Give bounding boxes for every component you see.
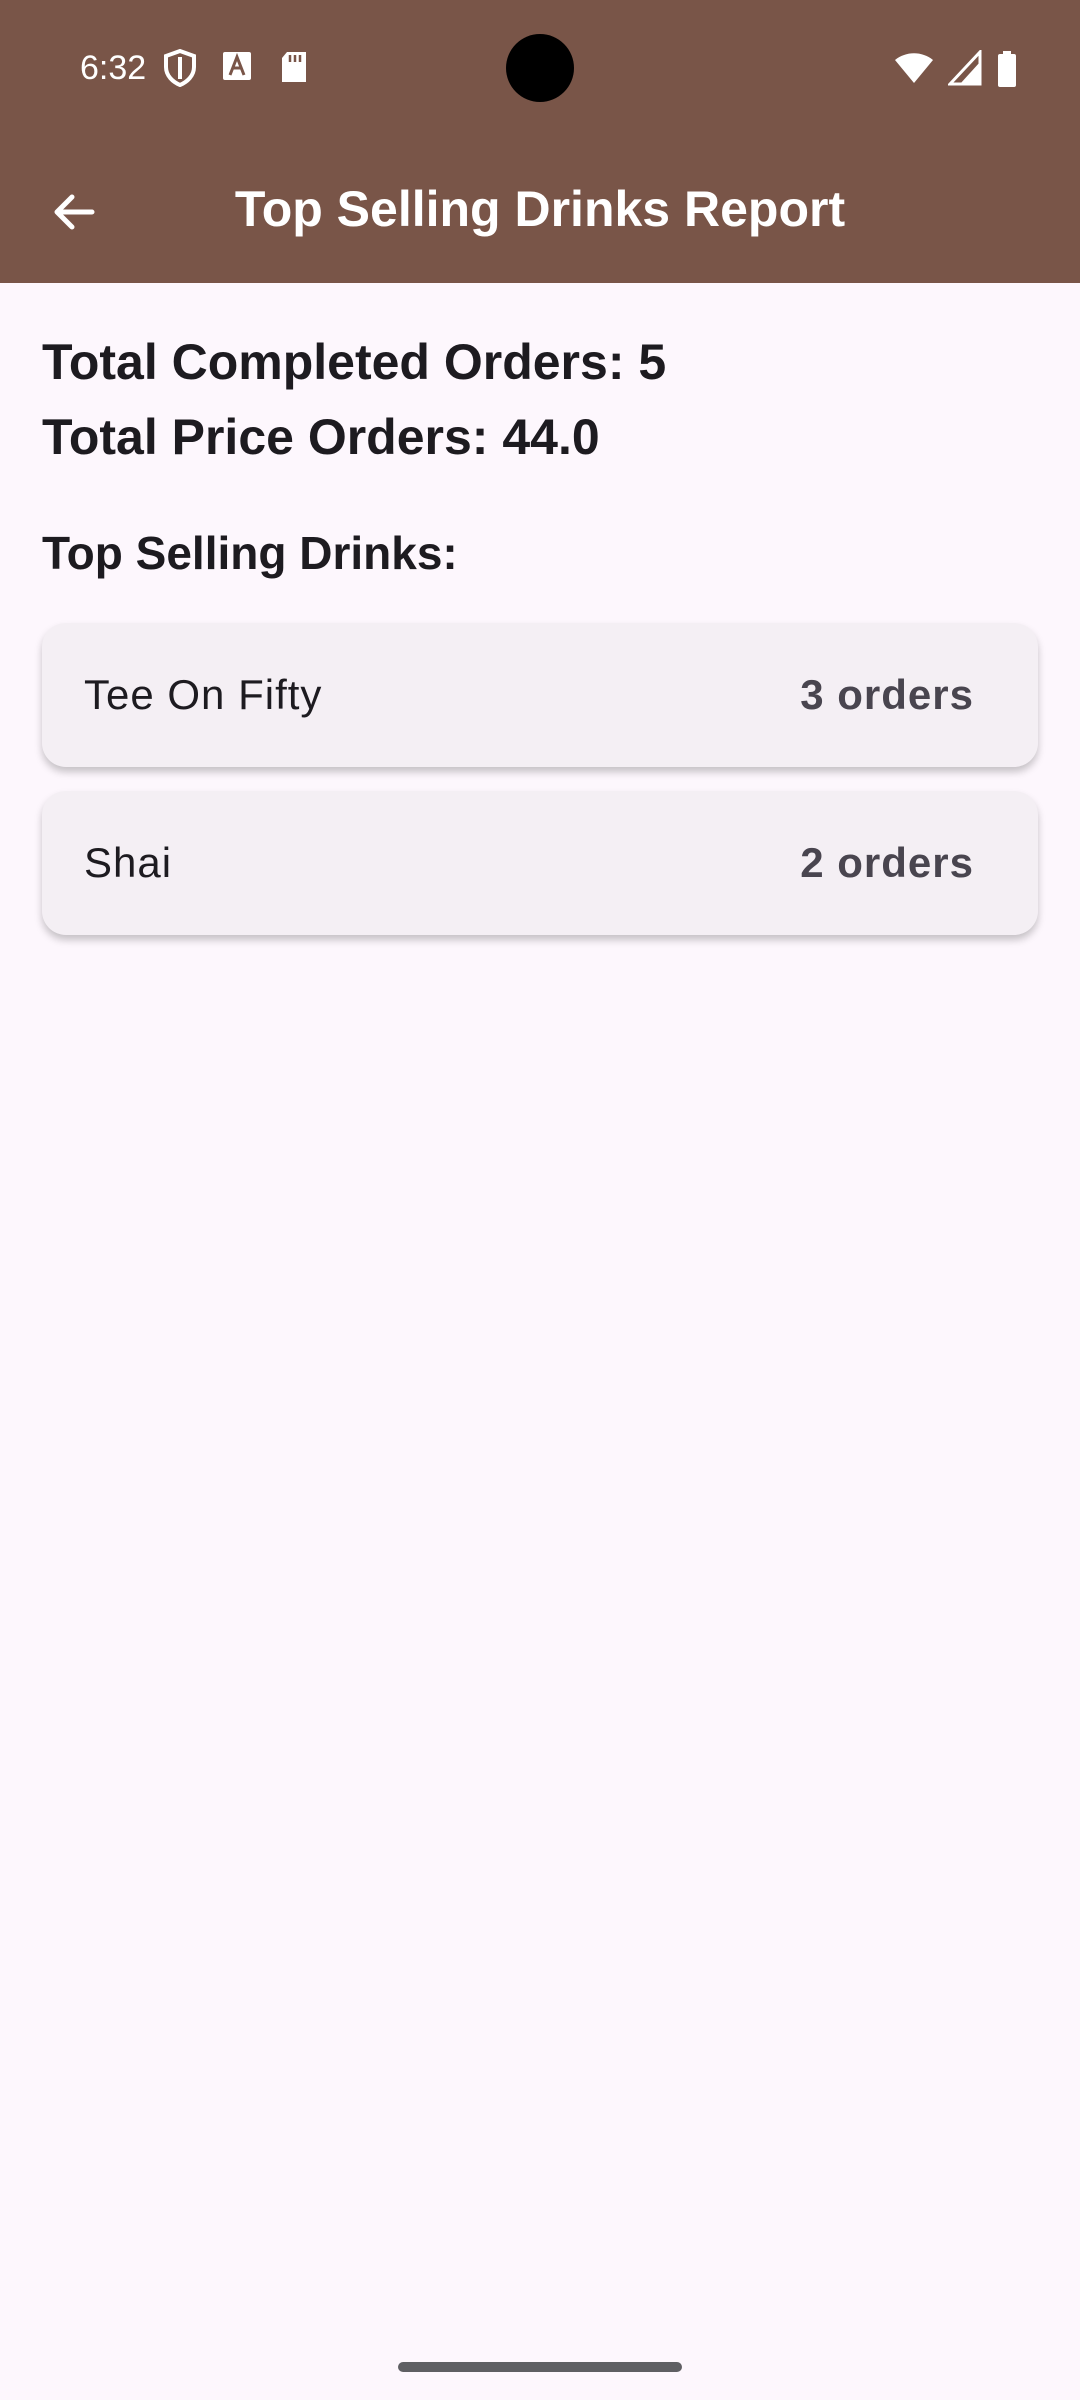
app-bar: 6:32 Top Selling Drinks Report (0, 0, 1080, 283)
report-content: Total Completed Orders: 5 Total Price Or… (42, 283, 1038, 959)
drink-list-item[interactable]: Shai 2 orders (42, 791, 1038, 935)
status-bar: 6:32 (0, 0, 1080, 136)
top-selling-heading: Top Selling Drinks: (42, 527, 458, 579)
sd-card-icon (278, 49, 316, 87)
camera-cutout (506, 34, 574, 102)
total-price-orders: Total Price Orders: 44.0 (42, 409, 600, 465)
back-button[interactable] (28, 166, 120, 258)
wifi-icon (894, 50, 934, 86)
status-system-icons (894, 48, 1018, 87)
arrow-back-icon (54, 194, 95, 230)
total-completed-orders: Total Completed Orders: 5 (42, 334, 667, 390)
drink-name: Tee On Fifty (84, 671, 323, 718)
shield-icon (162, 48, 200, 88)
page-title: Top Selling Drinks Report (234, 181, 846, 237)
keyboard-a-icon (220, 49, 258, 87)
status-time: 6:32 (80, 49, 147, 87)
battery-icon (996, 50, 1018, 87)
drink-list-item[interactable]: Tee On Fifty 3 orders (42, 623, 1038, 767)
status-notification-icons (162, 48, 316, 88)
drink-list: Tee On Fifty 3 orders Shai 2 orders (42, 623, 1038, 935)
drink-order-count: 2 orders (800, 839, 974, 886)
gesture-nav-handle[interactable] (398, 2362, 682, 2372)
drink-name: Shai (84, 839, 173, 886)
toolbar: Top Selling Drinks Report (0, 136, 1080, 283)
drink-order-count: 3 orders (800, 671, 974, 718)
cell-signal-icon (946, 48, 982, 86)
